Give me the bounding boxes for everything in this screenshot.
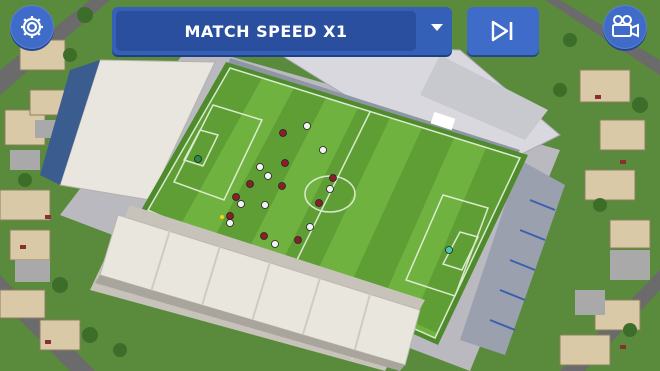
home-goalkeeper <box>194 155 202 163</box>
settings-button[interactable] <box>10 5 54 49</box>
caret-down-icon[interactable] <box>430 23 444 33</box>
skip-forward-icon <box>491 20 513 42</box>
match-speed-display[interactable]: MATCH SPEED X1 <box>116 11 416 51</box>
ball <box>220 215 224 219</box>
gear-icon <box>21 16 43 38</box>
match-speed-dropdown[interactable]: MATCH SPEED X1 <box>112 7 452 55</box>
match-speed-label: MATCH SPEED X1 <box>184 21 348 41</box>
match-view <box>0 0 660 371</box>
skip-forward-button[interactable] <box>467 7 539 55</box>
away-goalkeeper <box>445 246 453 254</box>
video-camera-icon <box>612 15 639 38</box>
camera-button[interactable] <box>603 5 647 49</box>
